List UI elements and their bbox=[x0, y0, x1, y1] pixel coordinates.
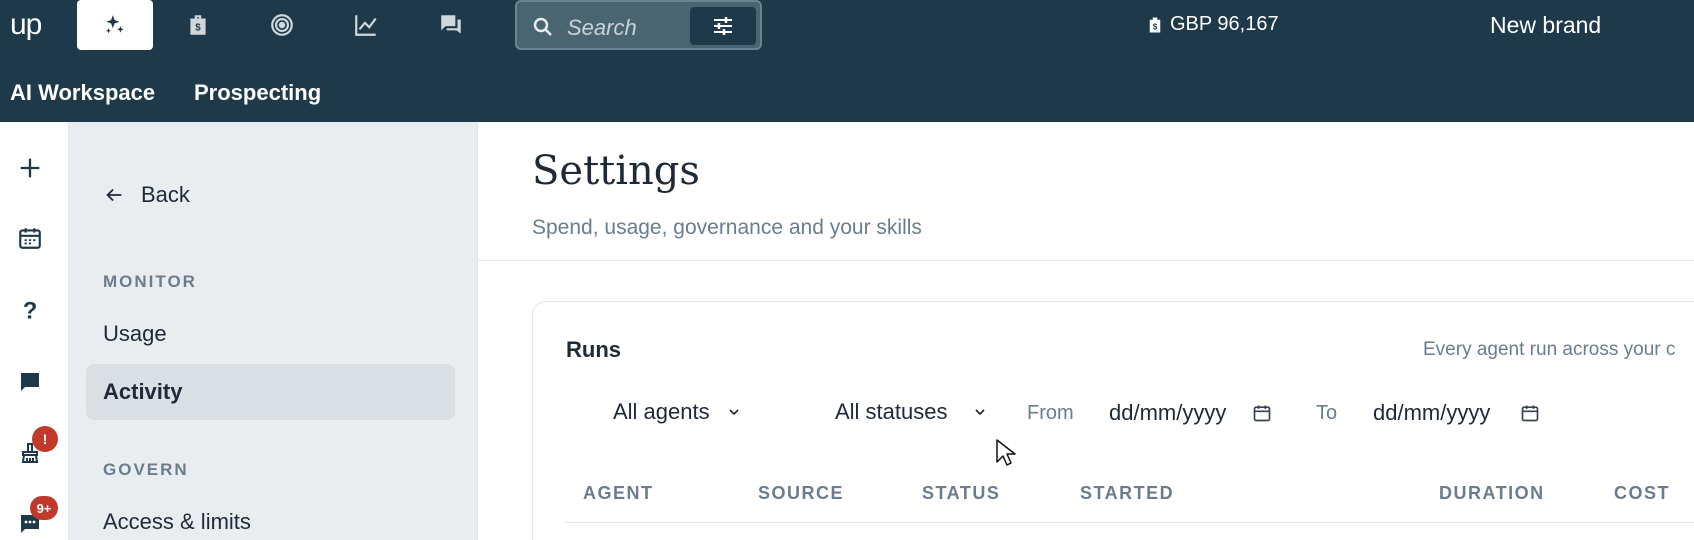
status-filter-value: All statuses bbox=[835, 399, 948, 424]
sidebar-item-usage[interactable]: Usage bbox=[103, 321, 167, 347]
chevron-down-icon bbox=[729, 409, 739, 416]
chart-line-icon bbox=[355, 15, 377, 36]
account-balance[interactable]: $ GBP 96,167 bbox=[1146, 13, 1279, 36]
column-header-agent[interactable]: AGENT bbox=[583, 483, 654, 504]
main-content: Settings Spend, usage, governance and yo… bbox=[478, 122, 1694, 540]
target-icon bbox=[271, 14, 293, 36]
sliders-icon bbox=[714, 17, 732, 35]
subnav-prospecting[interactable]: Prospecting bbox=[194, 80, 321, 106]
nav-ai-workspace[interactable] bbox=[77, 0, 153, 50]
agent-filter-value: All agents bbox=[613, 399, 710, 424]
nav-reports[interactable] bbox=[328, 0, 404, 50]
search-icon bbox=[533, 17, 552, 36]
back-link[interactable]: Back bbox=[103, 182, 190, 208]
runs-description: Every agent run across your c bbox=[1423, 339, 1676, 360]
column-header-status[interactable]: STATUS bbox=[922, 483, 1000, 504]
page-subtitle: Spend, usage, governance and your skills bbox=[532, 216, 922, 239]
settings-sidebar: Back MONITOR Usage Activity GOVERN Acces… bbox=[69, 122, 478, 540]
nav-messages[interactable] bbox=[413, 0, 489, 50]
column-header-started[interactable]: STARTED bbox=[1080, 483, 1174, 504]
svg-text:$: $ bbox=[1153, 22, 1158, 31]
alert-badge: ! bbox=[32, 426, 58, 452]
icon-rail: ? ! 9+ bbox=[0, 122, 69, 540]
status-filter-select[interactable]: All statuses bbox=[835, 392, 988, 432]
arrow-left-icon bbox=[106, 188, 122, 202]
briefcase-icon: $ bbox=[190, 15, 206, 35]
column-header-cost[interactable]: COST bbox=[1614, 483, 1670, 504]
chevron-down-icon bbox=[974, 409, 985, 416]
page-title: Settings bbox=[532, 148, 700, 194]
to-label: To bbox=[1316, 402, 1338, 424]
question-icon: ? bbox=[23, 298, 38, 323]
column-header-source[interactable]: SOURCE bbox=[758, 483, 844, 504]
top-bar: up $ Search $ GBP 96,167 New brand AI Wo… bbox=[0, 0, 1694, 122]
to-date-input[interactable]: dd/mm/yyyy bbox=[1373, 400, 1540, 426]
header-divider bbox=[478, 260, 1694, 261]
nav-jobs[interactable]: $ bbox=[160, 0, 236, 50]
from-label: From bbox=[1027, 402, 1074, 424]
help-button[interactable]: ? bbox=[14, 294, 46, 326]
table-header-divider bbox=[565, 522, 1694, 523]
subnav-ai-workspace[interactable]: AI Workspace bbox=[10, 80, 155, 106]
search-filter-button[interactable] bbox=[690, 7, 756, 45]
search-input[interactable]: Search bbox=[567, 15, 637, 41]
section-monitor: MONITOR bbox=[103, 272, 197, 291]
to-date-value: dd/mm/yyyy bbox=[1373, 400, 1491, 425]
add-button[interactable] bbox=[14, 152, 46, 184]
messages-count-badge: 9+ bbox=[30, 496, 58, 520]
sparkles-icon bbox=[106, 15, 124, 34]
calendar-icon[interactable] bbox=[1520, 403, 1540, 423]
calendar-button[interactable] bbox=[14, 222, 46, 254]
search-box[interactable]: Search bbox=[515, 0, 762, 50]
svg-text:$: $ bbox=[195, 22, 201, 33]
app-logo[interactable]: up bbox=[10, 8, 42, 42]
column-header-duration[interactable]: DURATION bbox=[1439, 483, 1545, 504]
agent-filter-select[interactable]: All agents bbox=[613, 392, 742, 432]
runs-title: Runs bbox=[566, 337, 621, 362]
balance-amount: GBP 96,167 bbox=[1170, 13, 1279, 35]
brand-selector[interactable]: New brand bbox=[1490, 12, 1601, 39]
svg-text:?: ? bbox=[23, 298, 38, 323]
from-date-value: dd/mm/yyyy bbox=[1109, 400, 1227, 425]
from-date-input[interactable]: dd/mm/yyyy bbox=[1109, 400, 1272, 426]
section-govern: GOVERN bbox=[103, 460, 189, 479]
plus-icon bbox=[20, 158, 40, 178]
chat-icon bbox=[21, 373, 39, 391]
mouse-cursor-icon bbox=[996, 439, 1016, 466]
calendar-icon bbox=[19, 228, 41, 249]
wallet-icon: $ bbox=[1149, 17, 1161, 32]
sidebar-item-access-limits[interactable]: Access & limits bbox=[103, 509, 251, 535]
runs-card: Runs Every agent run across your c All a… bbox=[532, 301, 1694, 540]
chat-button[interactable] bbox=[14, 366, 46, 398]
nav-goals[interactable] bbox=[244, 0, 320, 50]
sidebar-item-activity[interactable]: Activity bbox=[86, 364, 455, 420]
back-label: Back bbox=[141, 182, 190, 207]
chat-bubbles-icon bbox=[441, 15, 461, 34]
calendar-icon[interactable] bbox=[1252, 403, 1272, 423]
